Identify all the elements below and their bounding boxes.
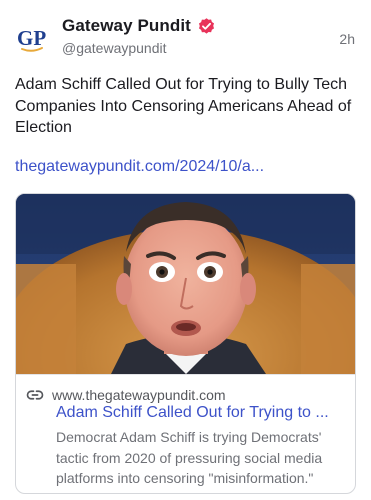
card-description: Democrat Adam Schiff is trying Democrats… bbox=[56, 429, 323, 486]
post-text: Adam Schiff Called Out for Trying to Bul… bbox=[15, 76, 352, 136]
card-image[interactable] bbox=[16, 194, 355, 374]
link-preview-card[interactable]: www.thegatewaypundit.com Adam Schiff Cal… bbox=[15, 193, 356, 494]
avatar[interactable]: GP bbox=[14, 20, 50, 56]
portrait-photo bbox=[16, 194, 355, 374]
verified-badge-icon bbox=[197, 17, 216, 36]
card-meta[interactable]: www.thegatewaypundit.com Adam Schiff Cal… bbox=[16, 374, 355, 493]
post[interactable]: GP Gateway Pundit @gatewaypundit 2h Adam… bbox=[0, 0, 371, 500]
post-timestamp: 2h bbox=[339, 31, 355, 47]
link-icon bbox=[26, 386, 44, 404]
gateway-pundit-logo: GP bbox=[17, 26, 46, 52]
svg-text:GP: GP bbox=[17, 26, 46, 50]
author-name[interactable]: Gateway Pundit bbox=[62, 16, 191, 36]
post-link[interactable]: thegatewaypundit.com/2024/10/a... bbox=[15, 158, 264, 176]
card-domain: www.thegatewaypundit.com bbox=[52, 387, 226, 403]
author-handle[interactable]: @gatewaypundit bbox=[62, 40, 167, 56]
author-row: Gateway Pundit bbox=[62, 16, 216, 36]
card-domain-row: www.thegatewaypundit.com bbox=[26, 386, 226, 404]
card-title[interactable]: Adam Schiff Called Out for Trying to ... bbox=[56, 404, 351, 422]
